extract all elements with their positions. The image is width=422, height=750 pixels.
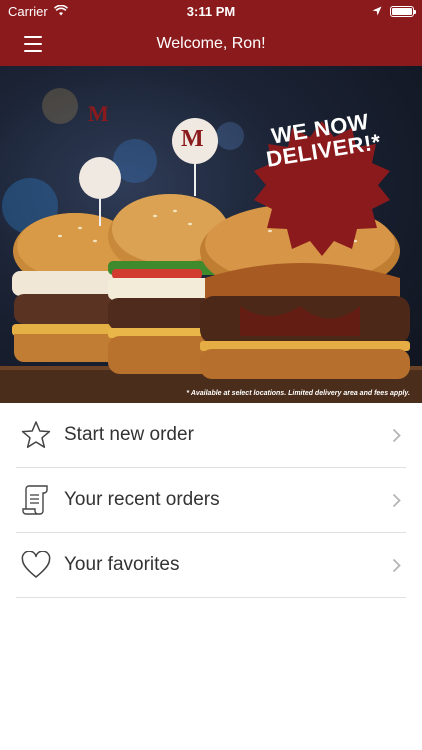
favorites-label: Your favorites [64, 554, 180, 575]
recent-orders-label: Your recent orders [64, 489, 220, 510]
status-left: Carrier [8, 4, 68, 19]
chevron-right-icon [390, 557, 402, 573]
pick-logo-left: M [88, 101, 109, 126]
delivery-disclaimer: * Available at select locations. Limited… [186, 390, 410, 397]
location-arrow-icon [372, 4, 382, 19]
status-bar: Carrier 3:11 PM [0, 0, 422, 22]
start-new-order-label: Start new order [64, 424, 194, 445]
wifi-icon [53, 4, 68, 19]
pick-logo-middle: M [181, 126, 204, 152]
home-menu-list: Start new order Your recent orders Your … [16, 403, 406, 598]
receipt-icon [18, 482, 54, 518]
chevron-right-icon [390, 492, 402, 508]
hero-banner[interactable]: M M WE NOW DELIVER!* * Available at sele… [0, 66, 422, 403]
battery-fill [392, 7, 412, 15]
favorites-row[interactable]: Your favorites [16, 533, 406, 598]
star-icon [18, 417, 54, 453]
recent-orders-row[interactable]: Your recent orders [16, 468, 406, 533]
heart-icon [18, 547, 54, 583]
chevron-right-icon [390, 427, 402, 443]
nav-bar: Welcome, Ron! [0, 22, 422, 66]
carrier-label: Carrier [8, 3, 48, 19]
battery-icon [390, 5, 416, 17]
hamburger-line [24, 43, 42, 45]
nav-title: Welcome, Ron! [156, 35, 266, 52]
hamburger-line [24, 36, 42, 38]
start-new-order-row[interactable]: Start new order [16, 403, 406, 468]
status-right [372, 4, 416, 19]
hamburger-line [24, 50, 42, 52]
hamburger-menu-button[interactable] [14, 30, 50, 58]
